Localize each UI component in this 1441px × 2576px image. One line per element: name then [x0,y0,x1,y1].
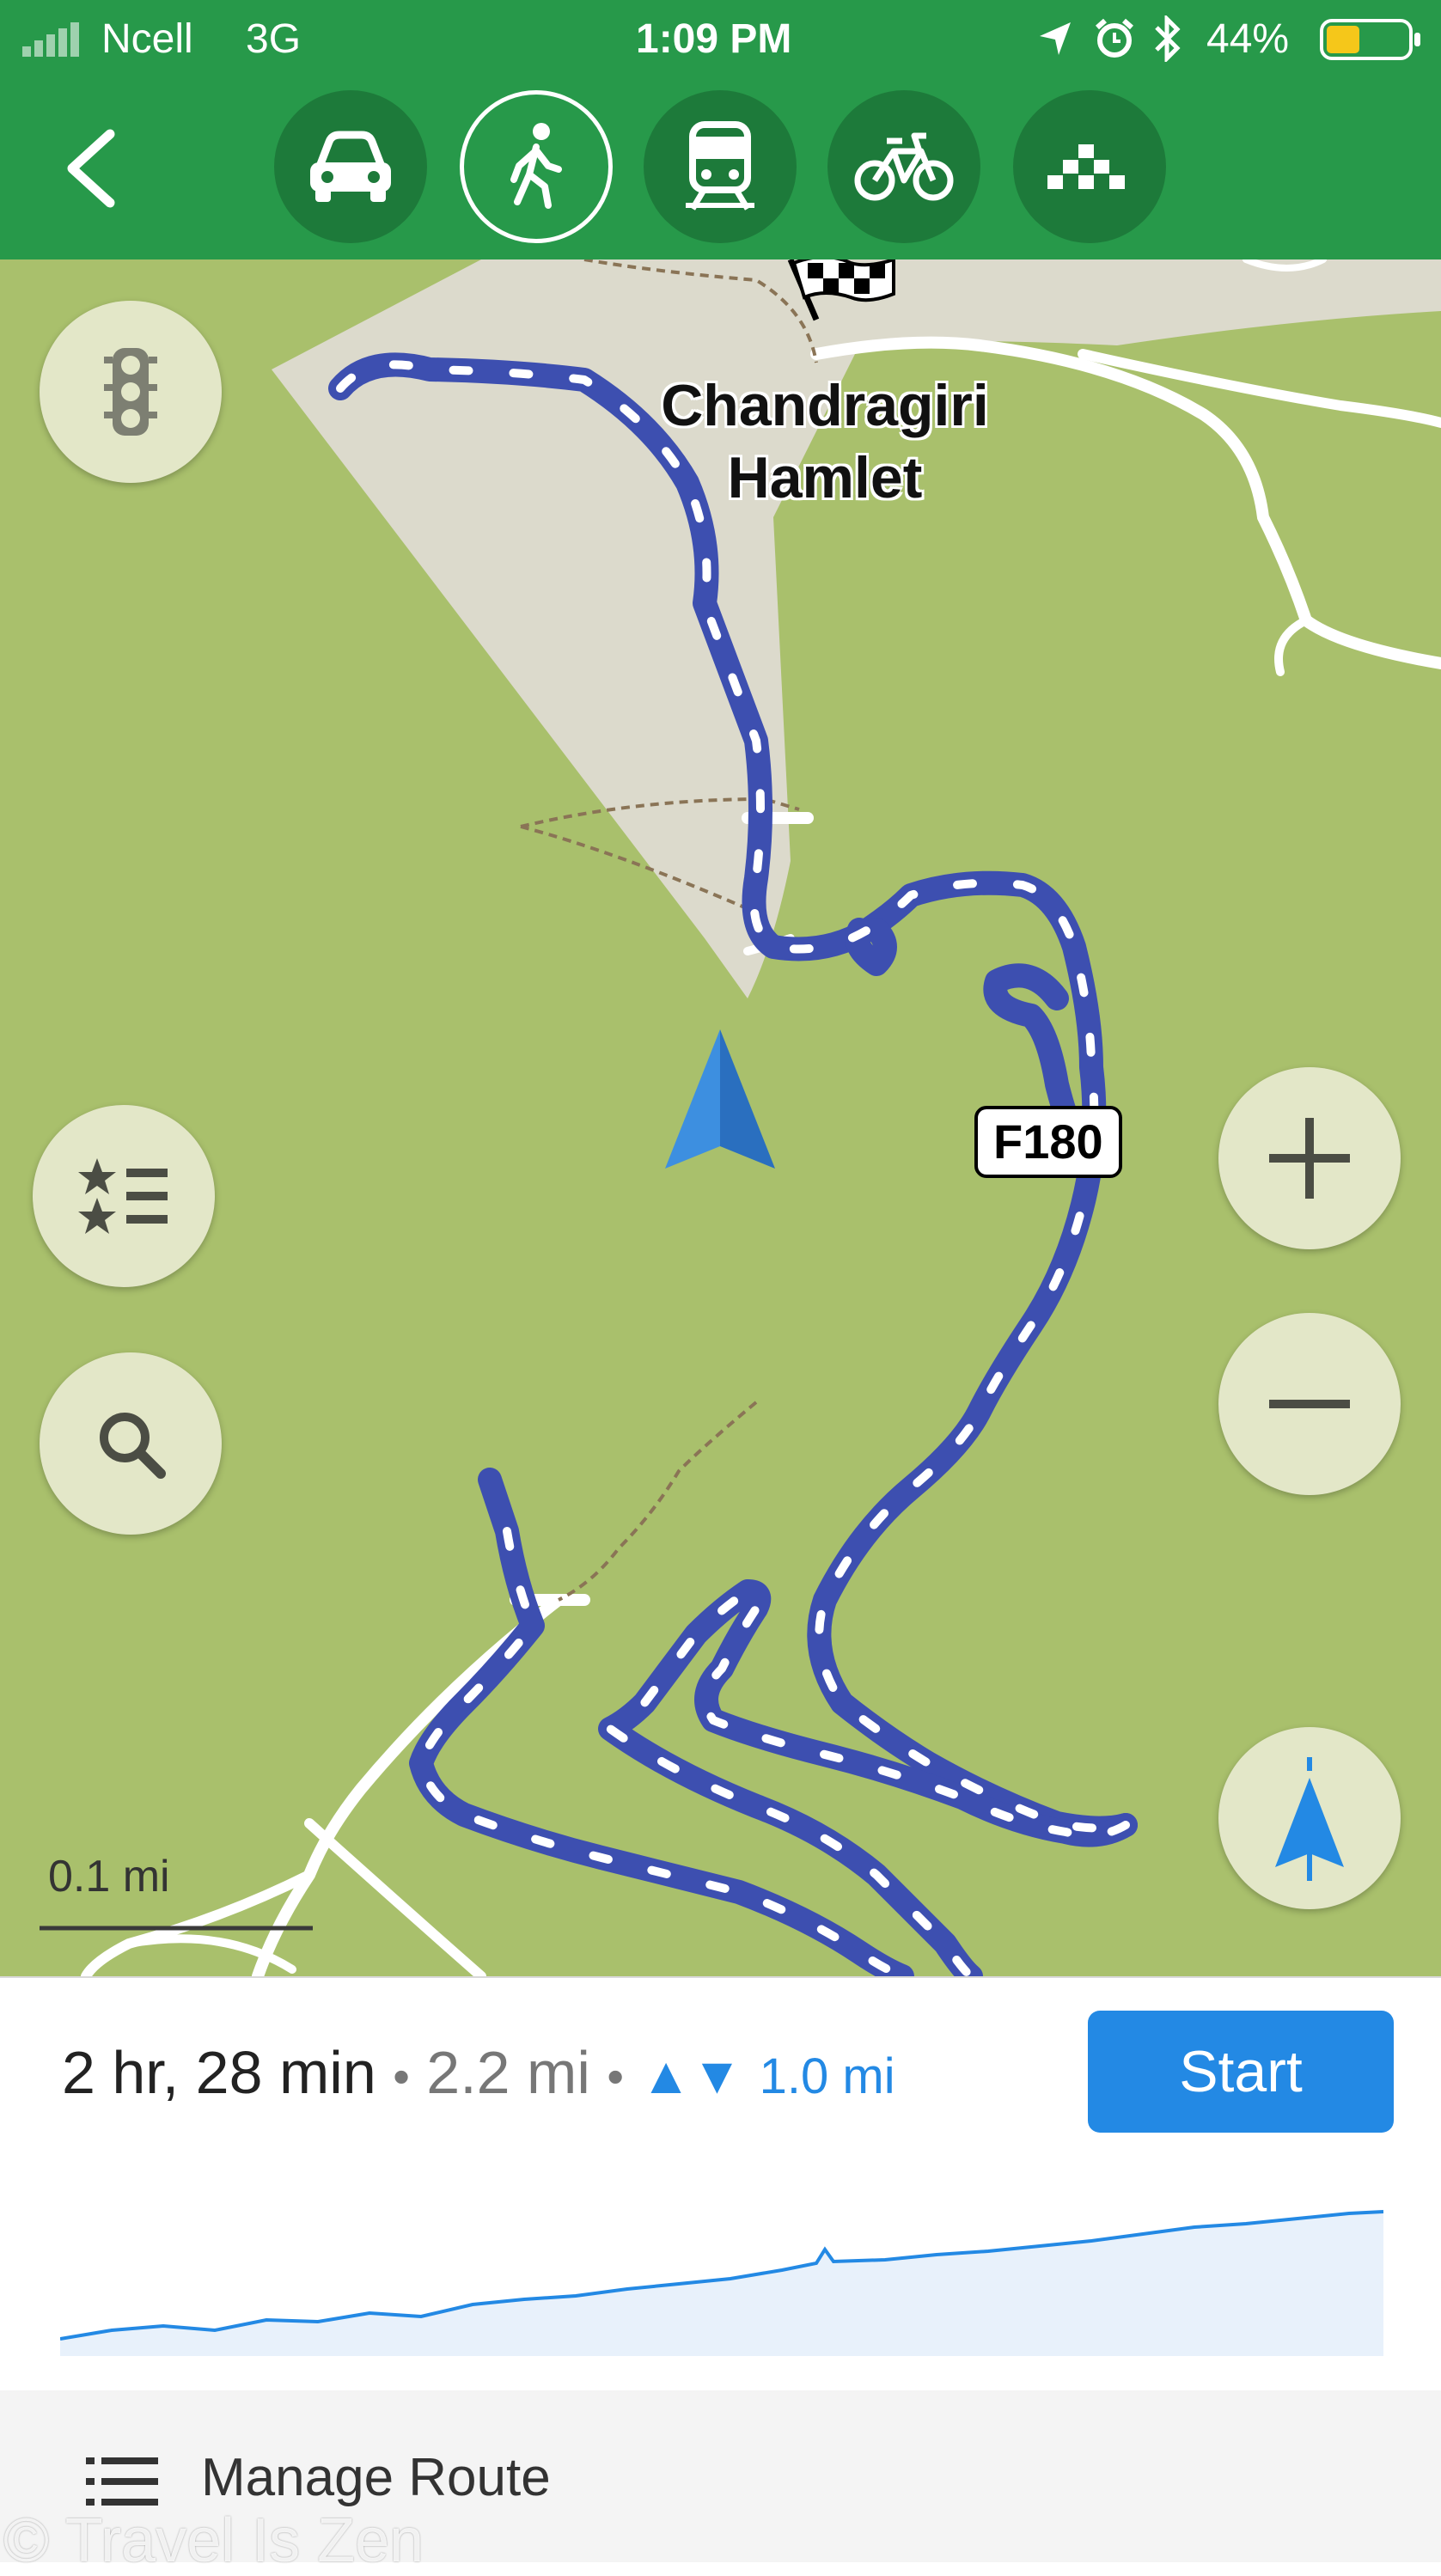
location-arrow-icon [1040,22,1071,55]
starred-list-icon [78,1158,168,1234]
route-duration: 2 hr, 28 min [62,2039,376,2106]
plus-icon [1269,1118,1350,1199]
place-label-line2: Hamlet [727,445,923,510]
walking-person-icon [510,123,562,209]
elevation-profile-chart [60,2210,1383,2356]
battery-icon [1320,19,1420,60]
zoom-out-button[interactable] [1218,1313,1401,1495]
search-button[interactable] [40,1352,222,1535]
battery-percent: 44% [1206,16,1290,62]
alarm-icon [1096,18,1133,58]
mode-transit-button[interactable] [644,90,797,243]
route-summary-panel: 2 hr, 28 min • 2.2 mi • ▲▼ 1.0 mi Start [0,1976,1441,2390]
compass-arrow-icon [1275,1757,1344,1881]
clock: 1:09 PM [636,16,792,62]
start-button[interactable]: Start [1088,2011,1394,2133]
route-stats: 2 hr, 28 min • 2.2 mi • ▲▼ 1.0 mi [62,2038,895,2111]
watermark: © Travel Is Zen [3,2506,424,2575]
stat-separator: • [607,2049,624,2103]
map-canvas [40,259,1441,1976]
traffic-button[interactable] [40,301,222,483]
signal-icon [22,22,79,57]
bookmarks-button[interactable] [33,1105,215,1287]
status-bar: Ncell 3G 1:09 PM 44% [0,0,1441,79]
mode-taxi-button[interactable] [1013,90,1166,243]
taxi-checker-icon [1047,144,1125,189]
back-button[interactable] [60,127,120,210]
manage-route-label[interactable]: Manage Route [201,2447,551,2508]
scale-label: 0.1 mi [48,1852,170,1901]
place-label: Chandragiri Hamlet [584,369,1065,514]
minus-icon [1269,1400,1350,1408]
road-label: F180 [974,1106,1122,1178]
route-distance: 2.2 mi [426,2039,590,2106]
bluetooth-icon [1155,15,1181,62]
top-header: Ncell 3G 1:09 PM 44% [0,0,1441,259]
mode-bike-button[interactable] [827,90,980,243]
carrier-label: Ncell [101,16,193,62]
mode-car-button[interactable] [274,90,427,243]
elevation-value: 1.0 mi [759,2048,895,2104]
elevation-icon: ▲▼ [640,2047,743,2104]
list-icon [86,2457,158,2506]
train-icon [686,121,754,211]
mode-walk-button[interactable] [460,90,613,243]
map-view[interactable]: Chandragiri Hamlet F180 0.1 mi [0,259,1441,1976]
zoom-in-button[interactable] [1218,1067,1401,1249]
stat-separator: • [393,2049,410,2103]
current-location-arrow-icon [665,1029,775,1169]
traffic-light-icon [104,348,157,436]
bicycle-icon [854,132,954,201]
search-icon [100,1413,166,1479]
car-icon [310,131,391,202]
compass-button[interactable] [1218,1727,1401,1909]
network-label: 3G [246,16,302,62]
place-label-line1: Chandragiri [661,373,989,438]
